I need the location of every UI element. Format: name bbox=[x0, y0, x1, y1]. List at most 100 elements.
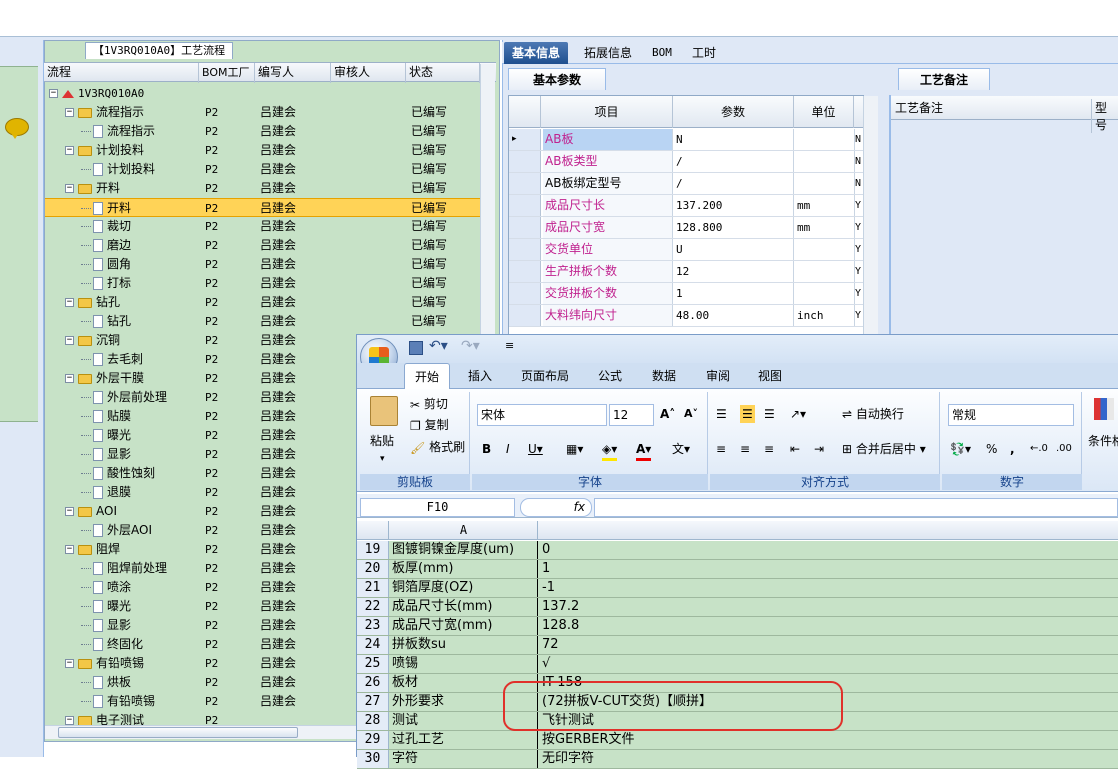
param-value[interactable]: 48.00 bbox=[674, 305, 794, 326]
currency-icon[interactable]: 💱▾ bbox=[950, 440, 971, 458]
row-number[interactable]: 26 bbox=[357, 674, 389, 692]
cell-a[interactable]: 字符 bbox=[390, 750, 538, 768]
tree-row[interactable]: − 钻孔 P2 吕建会 已编写 bbox=[45, 293, 481, 312]
row-indicator[interactable]: ▸ bbox=[509, 129, 541, 150]
paste-icon[interactable] bbox=[370, 396, 398, 426]
param-row[interactable]: 成品尺寸长 137.200 mm Y bbox=[509, 195, 863, 217]
collapse-icon[interactable]: − bbox=[65, 146, 74, 155]
row-indicator[interactable] bbox=[509, 261, 541, 282]
collapse-icon[interactable]: − bbox=[65, 108, 74, 117]
col-header-flow[interactable]: 流程 bbox=[44, 63, 199, 83]
copy-button[interactable]: ❐ 复制 bbox=[410, 416, 449, 435]
font-color-icon[interactable]: A▾ bbox=[636, 440, 652, 461]
merge-center-button[interactable]: ⊞ 合并后居中 ▾ bbox=[842, 440, 926, 458]
decrease-indent-icon[interactable]: ⇤ bbox=[790, 440, 800, 458]
fill-color-icon[interactable]: ◈▾ bbox=[602, 440, 618, 461]
formula-input[interactable] bbox=[594, 498, 1118, 517]
param-row[interactable]: 生产拼板个数 12 Y bbox=[509, 261, 863, 283]
cell-b[interactable]: 128.8 bbox=[539, 617, 579, 635]
align-center-icon[interactable]: ≡ bbox=[740, 440, 750, 458]
tree-row[interactable]: 磨边 P2 吕建会 已编写 bbox=[45, 236, 481, 255]
number-format-select[interactable]: 常规 bbox=[948, 404, 1074, 426]
grid-col-item[interactable]: 项目 bbox=[541, 96, 673, 128]
param-value[interactable]: 1 bbox=[674, 283, 794, 304]
italic-icon[interactable]: I bbox=[506, 440, 510, 458]
ribbon-tab-data[interactable]: 数据 bbox=[644, 363, 684, 389]
col-header-status[interactable]: 状态 bbox=[406, 63, 480, 83]
cell-b[interactable]: 137.2 bbox=[539, 598, 579, 616]
increase-indent-icon[interactable]: ⇥ bbox=[814, 440, 824, 458]
tab-bom[interactable]: BOM bbox=[644, 42, 680, 64]
collapse-icon[interactable]: − bbox=[65, 507, 74, 516]
cell-a[interactable]: 喷锡 bbox=[390, 655, 538, 673]
conditional-format-button[interactable]: 条件格 bbox=[1088, 432, 1118, 450]
param-row[interactable]: AB板类型 / N bbox=[509, 151, 863, 173]
param-value[interactable]: / bbox=[674, 151, 794, 172]
row-number[interactable]: 29 bbox=[357, 731, 389, 749]
row-number[interactable]: 20 bbox=[357, 560, 389, 578]
ribbon-tab-insert[interactable]: 插入 bbox=[460, 363, 500, 389]
grow-font-icon[interactable]: A˄ bbox=[660, 405, 675, 423]
row-number[interactable]: 27 bbox=[357, 693, 389, 711]
customize-qat-icon[interactable]: ≡ bbox=[505, 339, 514, 352]
row-number[interactable]: 25 bbox=[357, 655, 389, 673]
align-top-icon[interactable]: ☰ bbox=[716, 405, 727, 423]
cell-a[interactable]: 图镀铜镍金厚度(um) bbox=[390, 541, 538, 559]
cell-a[interactable]: 板厚(mm) bbox=[390, 560, 538, 578]
ribbon-tab-formulas[interactable]: 公式 bbox=[590, 363, 630, 389]
font-name-select[interactable]: 宋体 bbox=[477, 404, 607, 426]
tree-row[interactable]: 流程指示 P2 吕建会 已编写 bbox=[45, 122, 481, 141]
cell-b[interactable]: 按GERBER文件 bbox=[539, 731, 635, 749]
row-indicator[interactable] bbox=[509, 195, 541, 216]
tree-row[interactable]: 裁切 P2 吕建会 已编写 bbox=[45, 217, 481, 236]
param-row[interactable]: 交货单位 U Y bbox=[509, 239, 863, 261]
collapse-icon[interactable]: − bbox=[65, 716, 74, 725]
conditional-format-icon[interactable] bbox=[1094, 398, 1114, 420]
align-right-icon[interactable]: ≡ bbox=[764, 440, 774, 458]
row-number[interactable]: 23 bbox=[357, 617, 389, 635]
row-indicator[interactable] bbox=[509, 305, 541, 326]
param-row[interactable]: AB板绑定型号 / N bbox=[509, 173, 863, 195]
tree-row[interactable]: − 计划投料 P2 吕建会 已编写 bbox=[45, 141, 481, 160]
wrap-text-button[interactable]: ⇌ 自动换行 bbox=[842, 405, 904, 423]
param-value[interactable]: N bbox=[674, 129, 794, 150]
undo-icon[interactable]: ↶▾ bbox=[429, 338, 448, 354]
tree-row[interactable]: 计划投料 P2 吕建会 已编写 bbox=[45, 160, 481, 179]
save-icon[interactable] bbox=[409, 341, 423, 355]
column-a-header[interactable]: A bbox=[390, 521, 538, 539]
increase-decimal-icon[interactable]: ←.0 bbox=[1030, 440, 1048, 458]
collapse-icon[interactable]: − bbox=[65, 336, 74, 345]
collapse-icon[interactable]: − bbox=[65, 298, 74, 307]
collapse-icon[interactable]: − bbox=[65, 374, 74, 383]
row-number[interactable]: 21 bbox=[357, 579, 389, 597]
align-middle-icon[interactable]: ☰ bbox=[740, 405, 755, 423]
param-row[interactable]: ▸ AB板 N N bbox=[509, 129, 863, 151]
tab-process-notes[interactable]: 工艺备注 bbox=[898, 68, 990, 90]
collapse-icon[interactable]: − bbox=[65, 545, 74, 554]
tab-basic-params[interactable]: 基本参数 bbox=[508, 68, 606, 90]
comma-style-icon[interactable]: , bbox=[1010, 440, 1015, 458]
align-left-icon[interactable]: ≡ bbox=[716, 440, 726, 458]
notes-col-model[interactable]: 型号 bbox=[1091, 99, 1118, 133]
ribbon-tab-home[interactable]: 开始 bbox=[404, 363, 450, 389]
params-grid-scrollbar[interactable] bbox=[863, 96, 878, 340]
cell-b[interactable]: 1 bbox=[539, 560, 550, 578]
row-number[interactable]: 19 bbox=[357, 541, 389, 559]
grid-col-param[interactable]: 参数 bbox=[673, 96, 794, 128]
chat-bubble-icon[interactable] bbox=[5, 118, 29, 139]
function-icon[interactable]: fx bbox=[520, 498, 592, 517]
param-value[interactable]: 137.200 bbox=[674, 195, 794, 216]
paste-button[interactable]: 粘贴 bbox=[370, 432, 394, 450]
param-value[interactable]: 128.800 bbox=[674, 217, 794, 238]
underline-icon[interactable]: U▾ bbox=[528, 440, 543, 458]
decrease-decimal-icon[interactable]: .00 bbox=[1056, 440, 1072, 458]
row-number[interactable]: 30 bbox=[357, 750, 389, 768]
tree-row[interactable]: − 流程指示 P2 吕建会 已编写 bbox=[45, 103, 481, 122]
tab-work-hours[interactable]: 工时 bbox=[684, 42, 724, 64]
cut-button[interactable]: ✂ 剪切 bbox=[410, 395, 448, 414]
ribbon-tab-review[interactable]: 审阅 bbox=[698, 363, 738, 389]
collapse-icon[interactable]: − bbox=[49, 89, 58, 98]
tree-row[interactable]: 打标 P2 吕建会 已编写 bbox=[45, 274, 481, 293]
shrink-font-icon[interactable]: A˅ bbox=[684, 405, 698, 423]
param-value[interactable]: 12 bbox=[674, 261, 794, 282]
